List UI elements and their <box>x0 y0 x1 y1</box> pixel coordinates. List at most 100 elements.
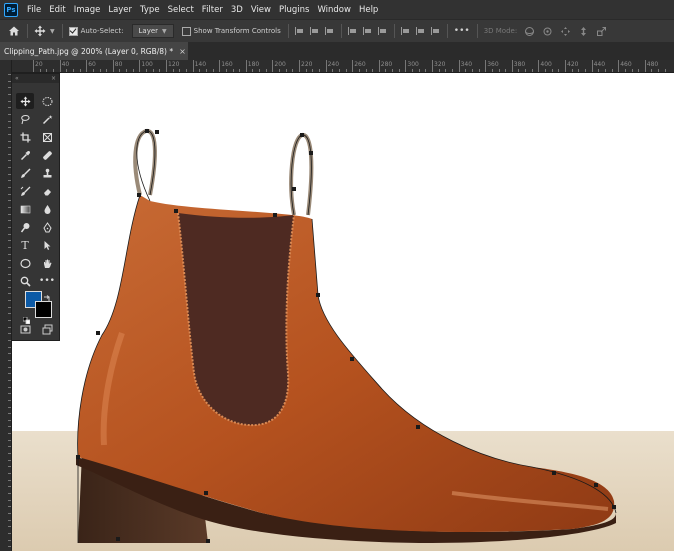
menu-window[interactable]: Window <box>313 5 355 15</box>
ruler-tick <box>385 69 387 72</box>
dodge-icon[interactable] <box>16 219 34 235</box>
tools-panel: « × T ••• <box>11 73 60 341</box>
shape-icon[interactable] <box>16 255 34 271</box>
lasso-icon[interactable] <box>16 111 34 127</box>
move-tool-icon[interactable] <box>16 93 34 109</box>
auto-select-option[interactable]: Auto-Select: <box>68 26 124 36</box>
eraser-icon[interactable] <box>38 183 56 199</box>
eyedropper-icon[interactable] <box>16 147 34 163</box>
path-select-icon[interactable] <box>38 237 56 253</box>
ruler-tick <box>8 359 11 361</box>
ruler-tick <box>299 60 300 72</box>
ruler-tick <box>558 69 560 72</box>
hand-icon[interactable] <box>38 255 56 271</box>
close-icon[interactable]: × <box>179 47 186 56</box>
frame-icon[interactable] <box>38 129 56 145</box>
ruler-tick <box>46 69 48 72</box>
align-right-icon[interactable] <box>324 26 334 36</box>
menu-edit[interactable]: Edit <box>45 5 69 15</box>
distribute-left-icon[interactable] <box>400 26 410 36</box>
more-options-icon[interactable]: ••• <box>454 26 470 36</box>
distribute-right-icon[interactable] <box>430 26 440 36</box>
menu-filter[interactable]: Filter <box>198 5 227 15</box>
ruler-tick <box>8 366 11 368</box>
ruler-tick <box>232 69 234 72</box>
brush-icon[interactable] <box>16 165 34 181</box>
ruler-tick <box>8 439 11 441</box>
chevron-down-icon[interactable]: ▼ <box>50 28 55 35</box>
ruler-tick <box>412 69 414 72</box>
marquee-icon[interactable] <box>38 93 56 109</box>
show-transform-option[interactable]: Show Transform Controls <box>181 26 281 36</box>
distribute-center-icon[interactable] <box>415 26 425 36</box>
menu-3d[interactable]: 3D <box>227 5 247 15</box>
menu-plugins[interactable]: Plugins <box>275 5 313 15</box>
more-tools-icon[interactable]: ••• <box>38 273 56 289</box>
align-bottom-icon[interactable] <box>377 26 387 36</box>
ruler-tick <box>225 69 227 72</box>
roll-3d-icon[interactable] <box>541 25 553 37</box>
tools-panel-header[interactable]: « × <box>12 74 59 83</box>
ruler-tick <box>498 69 500 72</box>
menu-view[interactable]: View <box>247 5 275 15</box>
ruler-label: 360 <box>487 61 499 68</box>
ruler-tick <box>8 519 11 521</box>
menu-file[interactable]: File <box>23 5 45 15</box>
align-top-icon[interactable] <box>347 26 357 36</box>
magic-wand-icon[interactable] <box>38 111 56 127</box>
ruler-tick <box>451 69 453 72</box>
ruler-tick <box>285 69 287 72</box>
collapse-icon[interactable]: « <box>15 75 19 82</box>
menu-type[interactable]: Type <box>136 5 164 15</box>
ruler-label: 380 <box>513 61 526 68</box>
ruler-tick <box>545 69 547 72</box>
ruler-tick <box>239 69 241 72</box>
history-brush-icon[interactable] <box>16 183 34 199</box>
close-icon[interactable]: × <box>51 75 56 82</box>
ruler-label: 480 <box>646 61 659 68</box>
ruler-tick <box>618 60 620 72</box>
swap-colors-icon[interactable] <box>43 288 51 307</box>
menu-help[interactable]: Help <box>355 5 382 15</box>
auto-select-dropdown[interactable]: Layer ▼ <box>131 24 174 38</box>
orbit-3d-icon[interactable] <box>523 25 535 37</box>
gradient-icon[interactable] <box>16 201 34 217</box>
show-transform-checkbox[interactable] <box>181 26 191 36</box>
menu-image[interactable]: Image <box>70 5 105 15</box>
pen-icon[interactable] <box>38 219 56 235</box>
scale-3d-icon[interactable] <box>595 25 607 37</box>
ruler-label: 460 <box>620 61 632 68</box>
ruler-tick <box>146 69 148 72</box>
ruler-tick <box>8 413 11 415</box>
document-canvas[interactable] <box>12 73 674 551</box>
ruler-tick <box>252 69 254 72</box>
auto-select-dropdown-wrap: Layer ▼ <box>131 24 174 38</box>
ruler-tick <box>644 60 646 72</box>
align-left-icon[interactable] <box>294 26 304 36</box>
menu-layer[interactable]: Layer <box>104 5 136 15</box>
ruler-tick <box>318 69 320 72</box>
blur-icon[interactable] <box>38 201 56 217</box>
align-center-icon[interactable] <box>309 26 319 36</box>
ruler-label: 200 <box>274 61 286 68</box>
menu-select[interactable]: Select <box>164 5 198 15</box>
healing-brush-icon[interactable] <box>38 147 56 163</box>
screen-mode-icon[interactable] <box>38 321 56 337</box>
home-icon[interactable] <box>8 25 20 37</box>
auto-select-checkbox[interactable] <box>68 26 78 36</box>
ruler-tick <box>8 466 11 468</box>
3d-mode-label: 3D Mode: <box>483 27 518 35</box>
ruler-label: 20 <box>35 61 43 68</box>
pan-3d-icon[interactable] <box>559 25 571 37</box>
quick-mask-icon[interactable] <box>16 321 34 337</box>
document-tab[interactable]: Clipping_Path.jpg @ 200% (Layer 0, RGB/8… <box>0 42 188 60</box>
align-middle-icon[interactable] <box>362 26 372 36</box>
ruler-label: 140 <box>194 61 207 68</box>
move-tool-icon[interactable] <box>34 25 46 37</box>
ruler-tick <box>365 69 367 72</box>
stamp-icon[interactable] <box>38 165 56 181</box>
type-icon[interactable]: T <box>16 237 34 253</box>
slide-3d-icon[interactable] <box>577 25 589 37</box>
zoom-icon[interactable] <box>16 273 34 289</box>
crop-icon[interactable] <box>16 129 34 145</box>
